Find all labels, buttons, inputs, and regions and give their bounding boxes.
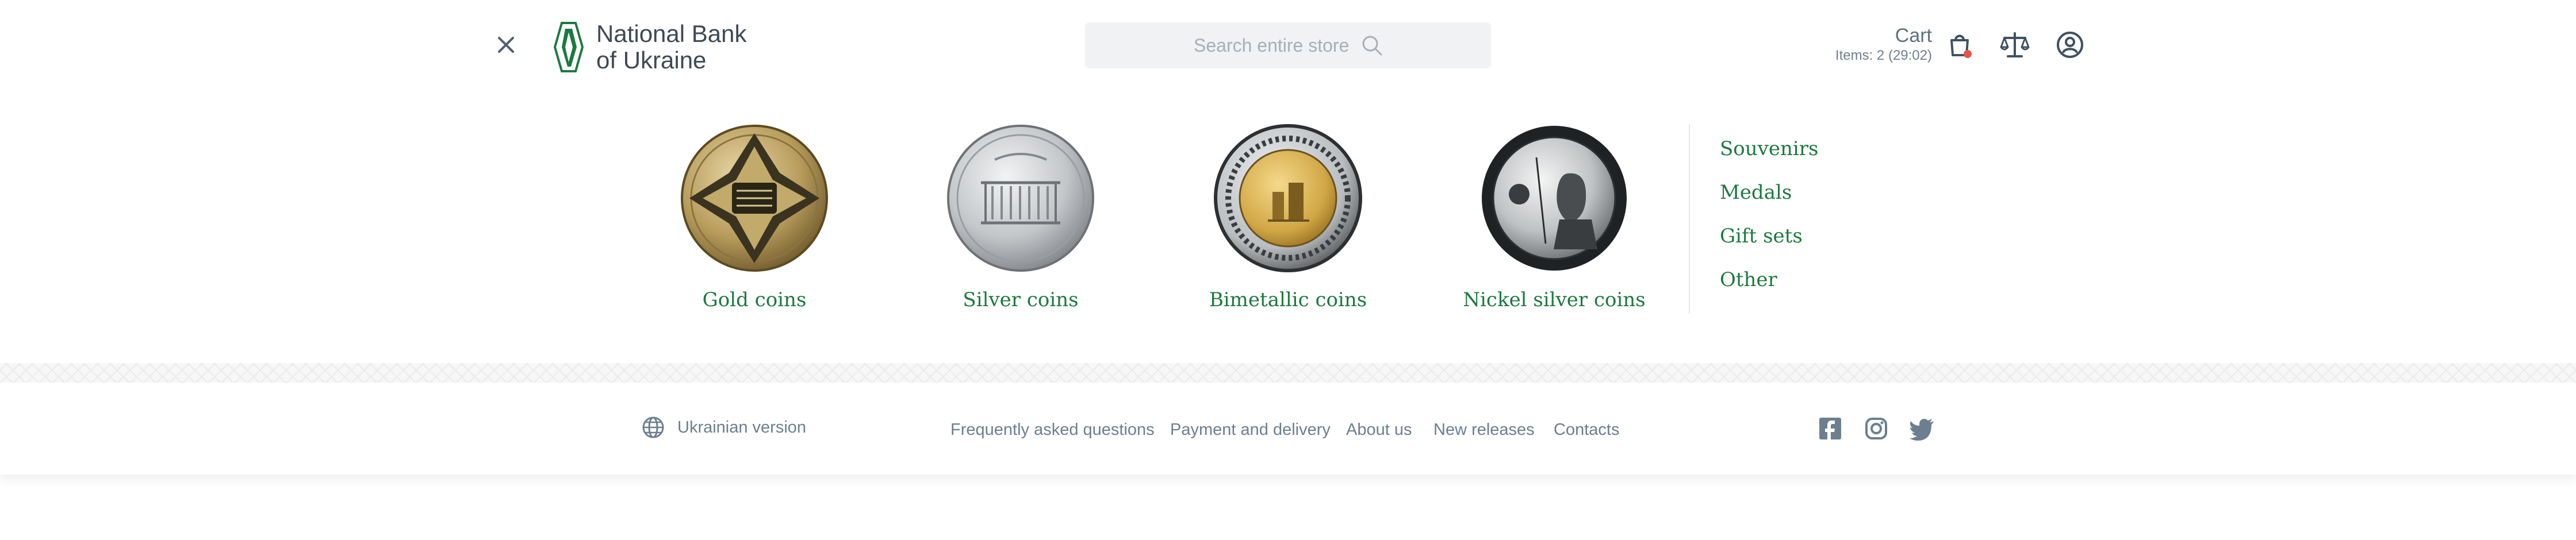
ornament-divider [0, 363, 2576, 383]
nickel-silver-coin-image [1482, 126, 1627, 271]
category-silver-coins[interactable]: Silver coins [885, 123, 1156, 311]
search-box[interactable] [1085, 22, 1491, 68]
globe-icon [642, 416, 664, 438]
footer-link-about-us[interactable]: About us [1346, 421, 1412, 439]
language-switch[interactable]: Ukrainian version [642, 416, 806, 439]
facebook-icon [1819, 418, 1841, 439]
category-gold-coins[interactable]: Gold coins [619, 123, 890, 311]
category-nickel-silver-coins[interactable]: Nickel silver coins [1419, 123, 1689, 311]
cart-summary[interactable]: Cart Items: 2 (29:02) [1835, 24, 1932, 64]
nbu-logo-icon [554, 22, 584, 72]
instagram-link[interactable] [1864, 416, 1889, 441]
catalog-divider [1689, 124, 1690, 314]
category-label: Gold coins [702, 288, 807, 311]
compare-button[interactable] [2000, 30, 2030, 60]
category-bimetallic-coins[interactable]: Bimetallic coins [1153, 123, 1423, 311]
bimetallic-coin-image [1214, 124, 1362, 272]
close-icon [498, 37, 514, 53]
category-medals[interactable]: Medals [1720, 181, 1792, 204]
category-other[interactable]: Other [1720, 268, 1777, 291]
cart-items-count: Items: 2 (29:02) [1835, 48, 1932, 63]
language-label: Ukrainian version [677, 418, 807, 437]
twitter-link[interactable] [1909, 416, 1934, 441]
silver-coin-image [947, 125, 1094, 272]
twitter-icon [1910, 419, 1934, 441]
gold-coin-image [681, 125, 828, 272]
search-input[interactable] [1193, 34, 1350, 57]
close-menu-button[interactable] [494, 33, 518, 56]
category-souvenirs[interactable]: Souvenirs [1720, 137, 1818, 160]
category-label: Bimetallic coins [1209, 288, 1367, 311]
footer-link-contacts[interactable]: Contacts [1554, 421, 1619, 439]
footer-link-payment-delivery[interactable]: Payment and delivery [1170, 421, 1331, 439]
category-gift-sets[interactable]: Gift sets [1720, 225, 1803, 248]
category-label: Silver coins [963, 288, 1079, 311]
category-label: Nickel silver coins [1463, 288, 1646, 311]
scales-icon [2000, 32, 2030, 57]
footer-link-faq[interactable]: Frequently asked questions [950, 421, 1155, 439]
instagram-icon [1865, 418, 1887, 439]
search-icon[interactable] [1360, 34, 1383, 57]
footer-link-new-releases[interactable]: New releases [1433, 421, 1535, 439]
cart-title: Cart [1895, 25, 1932, 47]
user-icon [2057, 32, 2083, 58]
logo-line-2: of Ukraine [596, 47, 707, 74]
logo-text: National Bank of Ukraine [596, 21, 747, 74]
cart-button[interactable] [1945, 30, 1975, 60]
facebook-link[interactable] [1818, 416, 1843, 441]
shopping-bag-icon [1950, 34, 1972, 58]
logo-line-1: National Bank [596, 20, 747, 47]
account-button[interactable] [2055, 30, 2085, 60]
logo[interactable]: National Bank of Ukraine [554, 21, 747, 74]
